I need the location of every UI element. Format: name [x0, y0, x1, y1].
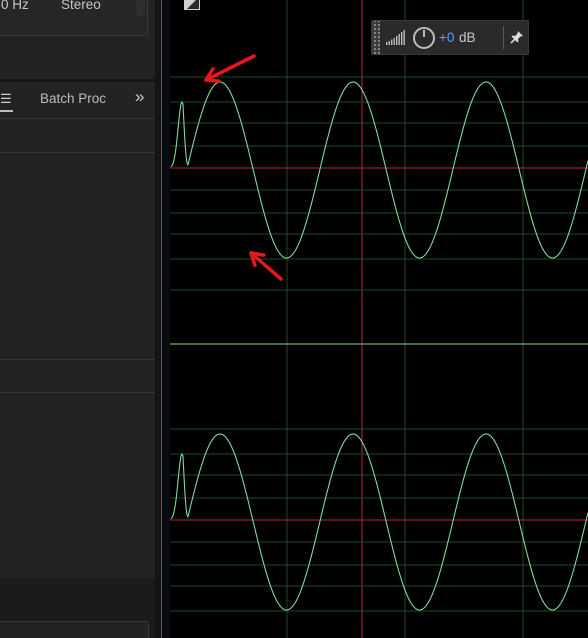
level-meter-icon: [386, 30, 405, 45]
red-arrow-icon: [249, 251, 283, 281]
gain-value[interactable]: +0: [439, 30, 454, 45]
waveform-grid: [170, 0, 588, 638]
hud-separator: [503, 26, 504, 49]
pin-icon[interactable]: [510, 30, 524, 44]
waveform-channels: [170, 81, 588, 611]
waveform-curve: [170, 433, 588, 611]
gain-unit: dB: [459, 30, 476, 45]
volume-knob-icon[interactable]: [412, 26, 436, 50]
gain-hud: +0 dB: [371, 20, 529, 55]
zoom-corner-icon[interactable]: [184, 0, 200, 10]
drag-grip-icon[interactable]: [372, 21, 380, 54]
waveform-display[interactable]: [0, 0, 588, 638]
waveform-curve: [170, 81, 588, 259]
